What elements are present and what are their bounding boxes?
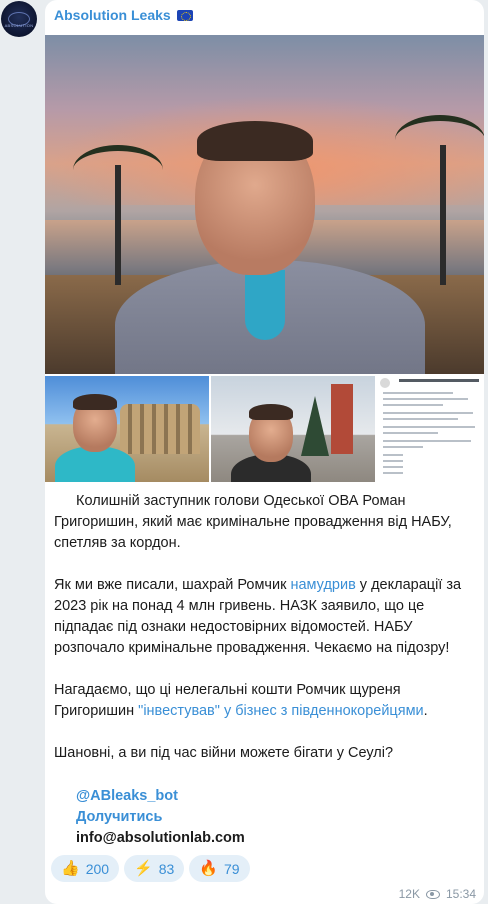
document-line bbox=[383, 398, 468, 400]
document-seal-icon bbox=[380, 378, 390, 388]
contacts-block: @ABleaks_bot Долучитись info@absolutionl… bbox=[76, 786, 245, 849]
post-paragraph-4: Шановні, а ви під час війни можете бігат… bbox=[54, 745, 394, 761]
document-title-line bbox=[399, 379, 479, 382]
join-link[interactable]: Долучитись bbox=[76, 809, 162, 825]
photo-declaration-document[interactable] bbox=[377, 376, 484, 482]
clock-tower bbox=[331, 384, 353, 454]
document-line bbox=[383, 472, 403, 474]
palm-trunk-right bbox=[440, 145, 446, 285]
document-line bbox=[383, 446, 423, 448]
document-line bbox=[383, 412, 473, 414]
document-line bbox=[383, 440, 471, 442]
message-meta: 12K 15:34 bbox=[399, 887, 476, 901]
channel-avatar[interactable]: ABSOLUTION bbox=[1, 1, 37, 37]
person-hair bbox=[197, 121, 313, 161]
document-line bbox=[383, 466, 403, 468]
message-bubble: Absolution Leaks Колишній заступник голо… bbox=[45, 0, 484, 904]
fire-icon: 🔥 bbox=[199, 860, 218, 877]
reaction-fire[interactable]: 🔥 79 bbox=[189, 855, 250, 882]
document-line bbox=[383, 454, 403, 456]
eu-flag-icon bbox=[176, 9, 193, 21]
photo-old-town[interactable] bbox=[211, 376, 375, 482]
reaction-count: 200 bbox=[85, 860, 110, 877]
reaction-count: 83 bbox=[158, 860, 175, 877]
christmas-tree bbox=[301, 396, 329, 456]
invested-link[interactable]: "інвестував" у бізнес з південнокорейцям… bbox=[138, 703, 424, 719]
avatar-logo-text: ABSOLUTION bbox=[4, 23, 34, 28]
photo-colosseum[interactable] bbox=[45, 376, 209, 482]
document-line bbox=[383, 460, 403, 462]
colosseum-building bbox=[120, 404, 200, 454]
eye-icon bbox=[425, 889, 440, 899]
person-shirt bbox=[245, 270, 285, 340]
document-line bbox=[383, 432, 438, 434]
post-body: Колишній заступник голови Одеської ОВА Р… bbox=[54, 491, 478, 764]
document-line bbox=[383, 426, 475, 428]
photo-selfie-marina[interactable] bbox=[45, 35, 484, 374]
palm-leaves-left bbox=[73, 145, 163, 195]
thumbs-up-icon: 👍 bbox=[61, 860, 80, 877]
message-time: 15:34 bbox=[445, 887, 476, 901]
post-paragraph-2: Як ми вже писали, шахрай Ромчик намудрив… bbox=[54, 575, 478, 659]
palm-leaves-right bbox=[395, 115, 484, 165]
para3-text-end: . bbox=[423, 703, 428, 719]
reaction-thumbs-up[interactable]: 👍 200 bbox=[51, 855, 120, 882]
lightning-icon: ⚡ bbox=[134, 860, 153, 877]
reaction-lightning[interactable]: ⚡ 83 bbox=[124, 855, 185, 882]
document-line bbox=[383, 392, 453, 394]
declaration-link[interactable]: намудрив bbox=[290, 577, 355, 593]
document-line bbox=[383, 418, 458, 420]
post-paragraph-3: Нагадаємо, що ці нелегальні кошти Ромчик… bbox=[54, 680, 478, 722]
para2-text-start: Як ми вже писали, шахрай Ромчик bbox=[54, 577, 291, 593]
person-hair-small bbox=[73, 394, 117, 410]
channel-name[interactable]: Absolution Leaks bbox=[54, 7, 193, 23]
bot-link[interactable]: @ABleaks_bot bbox=[76, 788, 178, 804]
contact-email[interactable]: info@absolutionlab.com bbox=[76, 828, 245, 849]
person-hair-small-2 bbox=[249, 404, 293, 420]
views-count: 12K bbox=[398, 887, 420, 901]
document-line bbox=[383, 404, 443, 406]
reactions-bar: 👍 200 ⚡ 83 🔥 79 bbox=[51, 855, 250, 882]
channel-name-label: Absolution Leaks bbox=[54, 7, 171, 23]
reaction-count: 79 bbox=[224, 860, 240, 877]
post-paragraph-1: Колишній заступник голови Одеської ОВА Р… bbox=[54, 493, 452, 551]
